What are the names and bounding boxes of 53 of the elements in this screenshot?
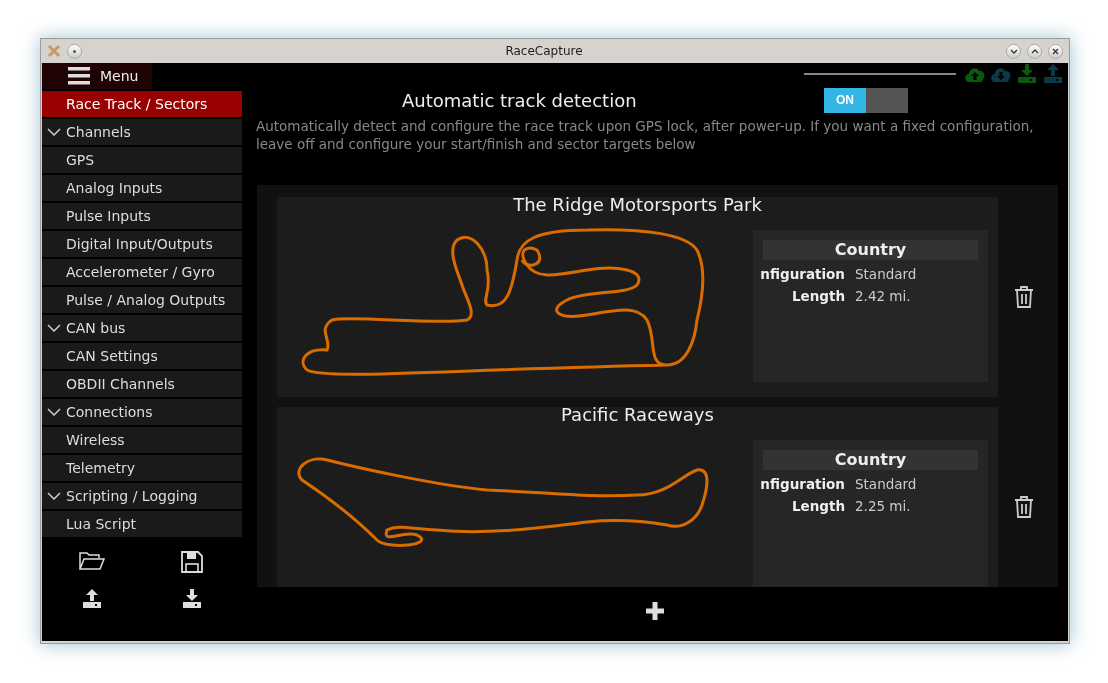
menu-button[interactable]: Menu xyxy=(42,63,153,89)
download-icon[interactable] xyxy=(181,589,203,609)
field-label: nfiguration xyxy=(759,476,845,492)
menu-icon xyxy=(68,67,90,85)
sidebar-item[interactable]: Race Track / Sectors xyxy=(42,91,242,117)
chevron-up-icon xyxy=(1030,48,1039,54)
dot-icon xyxy=(73,49,76,53)
field-label: nfiguration xyxy=(759,266,845,282)
chevron-down-icon xyxy=(47,128,61,136)
pin-button[interactable] xyxy=(67,43,82,59)
sidebar-item[interactable]: Telemetry xyxy=(42,455,242,481)
save-icon[interactable] xyxy=(181,551,203,573)
upload-icon[interactable] xyxy=(81,589,103,609)
sidebar-item[interactable]: GPS xyxy=(42,147,242,173)
sidebar-item[interactable]: Pulse Inputs xyxy=(42,203,242,229)
chevron-down-icon xyxy=(47,324,61,332)
window-title: RaceCapture xyxy=(504,44,584,58)
sidebar-item[interactable]: Wireless xyxy=(42,427,242,453)
sidebar-section[interactable]: CAN bus xyxy=(42,315,242,341)
track-name: The Ridge Motorsports Park xyxy=(512,194,763,217)
sidebar-item[interactable]: CAN Settings xyxy=(42,343,242,369)
sidebar-section[interactable]: Connections xyxy=(42,399,242,425)
sidebar-item[interactable]: OBDII Channels xyxy=(42,371,242,397)
sidebar-item[interactable]: Pulse / Analog Outputs xyxy=(42,287,242,313)
field-value: 2.42 mi. xyxy=(855,288,911,304)
open-folder-icon[interactable] xyxy=(79,551,105,573)
sidebar-item[interactable]: Lua Script xyxy=(42,511,242,537)
sidebar-section[interactable]: Scripting / Logging xyxy=(42,483,242,509)
sidebar-item[interactable]: Analog Inputs xyxy=(42,175,242,201)
description-text: Automatically detect and configure the race track upon GPS lock, after power-up. If you want a fixed configuration, leave off and configure your start/finish and sector targets below xyxy=(255,117,1035,153)
field-value: 2.25 mi. xyxy=(855,498,911,514)
app-icon xyxy=(47,44,61,58)
sidebar-item[interactable]: Digital Input/Outputs xyxy=(42,231,242,257)
field-label: Length xyxy=(790,288,845,304)
field-label: Length xyxy=(790,498,845,514)
field-value: Standard xyxy=(855,476,917,492)
chevron-down-icon xyxy=(47,492,61,500)
close-button[interactable] xyxy=(1048,43,1063,59)
sidebar-section[interactable]: Channels xyxy=(42,119,242,145)
close-icon xyxy=(1052,47,1059,55)
field-value: Standard xyxy=(855,266,917,282)
chevron-down-icon xyxy=(1009,48,1018,54)
maximize-button[interactable] xyxy=(1027,43,1042,59)
track-name: Pacific Raceways xyxy=(560,404,715,427)
country-label: Country xyxy=(763,240,978,260)
trash-icon[interactable] xyxy=(1014,286,1034,308)
minimize-button[interactable] xyxy=(1006,43,1021,59)
add-icon[interactable] xyxy=(645,601,665,621)
trash-icon[interactable] xyxy=(1014,496,1034,518)
sidebar-item[interactable]: Accelerometer / Gyro xyxy=(42,259,242,285)
chevron-down-icon xyxy=(47,408,61,416)
section-title: Automatic track detection xyxy=(402,89,638,111)
country-label: Country xyxy=(763,450,978,470)
